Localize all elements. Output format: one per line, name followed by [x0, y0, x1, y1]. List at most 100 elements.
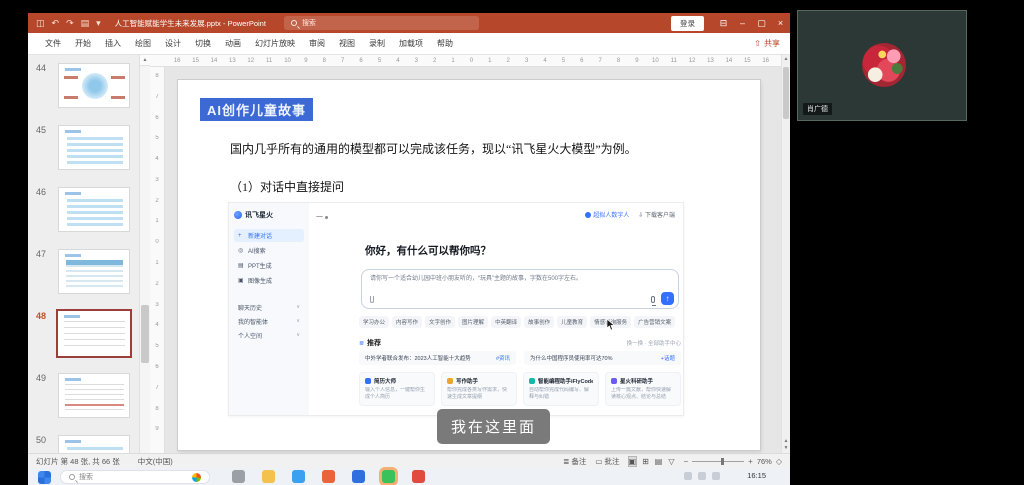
category-pill[interactable]: 文字创作 — [425, 316, 456, 328]
zoom-in-icon[interactable]: + — [748, 457, 753, 466]
tray-icon[interactable] — [698, 472, 706, 480]
slide-preview[interactable] — [58, 373, 130, 418]
start-button[interactable] — [38, 471, 51, 484]
view-mode-button[interactable]: ▣ — [627, 455, 638, 467]
taskbar-clock[interactable]: 16:15 — [747, 471, 766, 480]
taskbar-app-icon[interactable] — [322, 470, 335, 483]
ribbon-tab[interactable]: 帮助 — [430, 38, 460, 49]
slide-scrollbar[interactable]: ▲ ▲ ▼ — [781, 55, 790, 453]
category-pill[interactable]: 学习办公 — [359, 316, 390, 328]
taskbar-search-box[interactable]: 搜索 — [60, 470, 210, 484]
slide-preview[interactable] — [58, 435, 130, 453]
assistant-card[interactable]: 星火科研助手 上传一篇文献，帮你快速解读核心观点、结论与总结 — [605, 372, 681, 406]
tray-icon[interactable] — [712, 472, 720, 480]
spark-nav-item[interactable]: + 新建对话 — [234, 229, 304, 242]
taskbar-app-icon[interactable] — [352, 470, 365, 483]
assistant-card[interactable]: 简历大师 输入个人信息，一键帮你生成个人简历 — [359, 372, 435, 406]
prompt-input-box[interactable]: 请你写一个适合幼儿园中班小朋友听的，“玩具”主题的故事，字数在500字左右。 ↑ — [361, 269, 679, 309]
slide-thumbnail[interactable]: 46 — [28, 183, 139, 245]
category-pill[interactable]: 更多 — [678, 316, 681, 328]
attachment-icon[interactable] — [370, 296, 374, 303]
customize-toolbar-caret-icon[interactable]: ▾ — [96, 18, 101, 29]
taskbar-app-icon[interactable] — [292, 470, 305, 483]
language-status[interactable]: 中文(中国) — [138, 456, 173, 467]
login-button[interactable]: 登录 — [671, 15, 704, 31]
category-pill[interactable]: 内容写作 — [392, 316, 423, 328]
fit-to-window-icon[interactable]: ◇ — [776, 457, 782, 466]
slide-thumbnail[interactable]: 47 — [28, 245, 139, 307]
news-item[interactable]: 中外学者联合发布：2023人工智能十大趋势 #资讯 — [359, 351, 516, 365]
taskbar-app-icon[interactable] — [262, 470, 275, 483]
undo-icon[interactable]: ↶ — [52, 18, 60, 29]
zoom-slider[interactable] — [692, 457, 745, 465]
category-pill[interactable]: 儿童教育 — [557, 316, 588, 328]
next-slide-icon[interactable]: ▼ — [784, 445, 789, 451]
ribbon-tab[interactable]: 加载项 — [392, 38, 430, 49]
comments-button[interactable]: ▭ 批注 — [595, 456, 619, 467]
tray-icon[interactable] — [684, 472, 692, 480]
zoom-slider-thumb[interactable] — [720, 457, 724, 465]
search-box[interactable]: 搜索 — [283, 16, 479, 30]
zoom-level[interactable]: 76% — [757, 457, 772, 466]
spark-nav-item[interactable]: ▤ PPT生成 — [234, 259, 304, 272]
ribbon-tab[interactable]: 录制 — [362, 38, 392, 49]
previous-slide-icon[interactable]: ▲ — [784, 438, 789, 444]
slide[interactable]: AI创作儿童故事 国内几乎所有的通用的模型都可以完成该任务，现以“讯飞星火大模型… — [178, 80, 760, 450]
sidebar-collapse-handle[interactable]: 一 — [316, 212, 328, 222]
category-pill[interactable]: 图片理解 — [458, 316, 489, 328]
slide-preview[interactable] — [58, 63, 130, 108]
ribbon-options-button[interactable]: ⊟ — [714, 13, 733, 33]
thumbnail-scrollbar[interactable]: ▲ — [139, 55, 150, 453]
minimize-button[interactable]: – — [733, 13, 752, 33]
microphone-icon[interactable] — [651, 296, 656, 306]
assistant-card[interactable]: 智能编程助手iFlyCode 自动帮你完成代码编写、解释与纠错 — [523, 372, 599, 406]
slide-thumbnail[interactable]: 44 — [28, 59, 139, 121]
slide-scrollbar-thumb[interactable] — [783, 67, 789, 119]
ribbon-tab[interactable]: 幻灯片放映 — [248, 38, 302, 49]
category-pill[interactable]: 中英翻译 — [491, 316, 522, 328]
spark-sidebar-group[interactable]: 聊天历史 ∨ — [234, 300, 304, 314]
spark-nav-item[interactable]: ▣ 图像生成 — [234, 274, 304, 287]
recommend-more-link[interactable]: 换一换 · 全部助手中心 — [627, 339, 681, 347]
ribbon-tab[interactable]: 设计 — [158, 38, 188, 49]
share-button[interactable]: ⇧ 共享 — [754, 38, 780, 49]
start-slideshow-icon[interactable]: ▤ — [81, 18, 90, 29]
slide-title-highlighted[interactable]: AI创作儿童故事 — [200, 98, 314, 121]
slide-preview[interactable] — [56, 309, 132, 358]
view-mode-button[interactable]: ⊞ — [642, 457, 649, 466]
spark-nav-item[interactable]: ◎ AI搜索 — [234, 244, 304, 257]
slide-preview[interactable] — [58, 249, 130, 294]
ribbon-tab[interactable]: 切换 — [188, 38, 218, 49]
category-pill[interactable]: 广告营销文案 — [634, 316, 676, 328]
ribbon-tab[interactable]: 视图 — [332, 38, 362, 49]
assistant-card[interactable]: 写作助手 帮你完成各类写作需求，快速生成文章提纲 — [441, 372, 517, 406]
view-mode-button[interactable]: ▤ — [655, 457, 663, 466]
slide-thumbnail[interactable]: 45 — [28, 121, 139, 183]
scroll-up-icon[interactable]: ▲ — [140, 55, 150, 66]
slide-preview[interactable] — [58, 125, 130, 170]
spark-sidebar-group[interactable]: 我的智能体 ∨ — [234, 314, 304, 328]
scroll-up-icon[interactable]: ▲ — [782, 56, 790, 62]
slide-thumbnail[interactable]: 50 — [28, 431, 139, 453]
participant-video-tile[interactable]: 肖广德 — [797, 10, 967, 121]
redo-icon[interactable]: ↷ — [66, 18, 74, 29]
slide-preview[interactable] — [58, 187, 130, 232]
spark-sidebar-group[interactable]: 个人空间 ∨ — [234, 328, 304, 342]
slide-thumbnail[interactable]: 49 — [28, 369, 139, 431]
taskbar-app-icon[interactable] — [382, 470, 395, 483]
restore-button[interactable]: ▢ — [752, 13, 771, 33]
news-item[interactable]: 为什么中国程序员使用率可达70% +话题 — [524, 351, 681, 365]
taskbar-app-icon[interactable] — [232, 470, 245, 483]
view-mode-button[interactable]: ▽ — [668, 457, 674, 466]
ribbon-tab[interactable]: 插入 — [98, 38, 128, 49]
category-pill[interactable]: 故事创作 — [524, 316, 555, 328]
notes-button[interactable]: ≣ 备注 — [563, 456, 586, 467]
ribbon-tab[interactable]: 绘图 — [128, 38, 158, 49]
slide-thumbnail[interactable]: 48 — [28, 307, 139, 369]
ribbon-tab[interactable]: 审阅 — [302, 38, 332, 49]
taskbar-app-icon[interactable] — [412, 470, 425, 483]
zoom-out-icon[interactable]: − — [683, 457, 688, 466]
ribbon-tab[interactable]: 文件 — [38, 38, 68, 49]
ribbon-tab[interactable]: 动画 — [218, 38, 248, 49]
send-button[interactable]: ↑ — [661, 292, 674, 305]
